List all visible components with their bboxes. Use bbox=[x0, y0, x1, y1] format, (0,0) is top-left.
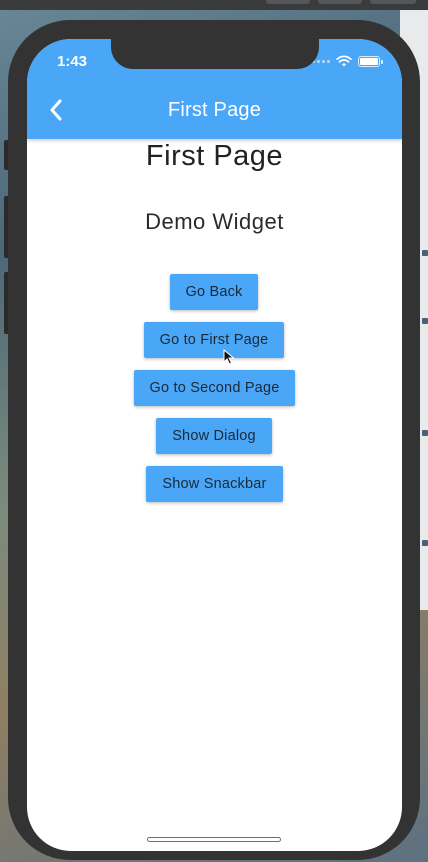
status-icons bbox=[312, 55, 383, 67]
go-to-second-page-button[interactable]: Go to Second Page bbox=[134, 370, 295, 406]
show-dialog-button[interactable]: Show Dialog bbox=[156, 418, 272, 454]
home-indicator[interactable] bbox=[147, 837, 281, 842]
go-to-first-page-button[interactable]: Go to First Page bbox=[144, 322, 284, 358]
device-notch bbox=[111, 39, 319, 69]
go-back-button[interactable]: Go Back bbox=[170, 274, 258, 310]
desktop-menu-bar bbox=[0, 0, 428, 10]
phone-screen: 1:43 First Page First Page Demo Widget G… bbox=[27, 39, 402, 851]
wifi-icon bbox=[336, 55, 352, 67]
show-snackbar-button[interactable]: Show Snackbar bbox=[146, 466, 283, 502]
mouse-cursor-icon bbox=[223, 349, 235, 365]
battery-icon bbox=[358, 55, 383, 67]
page-subheading: Demo Widget bbox=[145, 209, 284, 234]
status-time: 1:43 bbox=[57, 53, 88, 70]
page-heading: First Page bbox=[145, 140, 284, 172]
app-bar-title: First Page bbox=[167, 99, 262, 121]
